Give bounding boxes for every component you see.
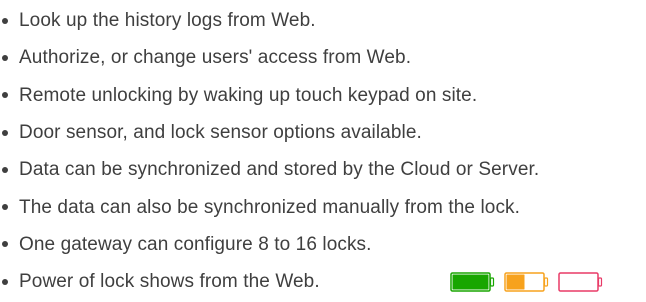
feature-text: Look up the history logs from Web. [19,10,316,32]
bullet-icon [0,92,19,98]
bullet-icon [0,241,19,247]
list-item: Look up the history logs from Web. [0,2,646,39]
feature-text: Door sensor, and lock sensor options ava… [19,122,422,144]
battery-half-icon [504,271,549,292]
list-item: Door sensor, and lock sensor options ava… [0,114,646,151]
battery-indicators [450,271,603,292]
feature-text: One gateway can configure 8 to 16 locks. [19,233,372,255]
feature-text: Data can be synchronized and stored by t… [19,159,540,181]
feature-text: Power of lock shows from the Web. [19,271,320,293]
list-item: Power of lock shows from the Web. [0,263,646,300]
feature-text: Remote unlocking by waking up touch keyp… [19,84,478,106]
bullet-icon [0,55,19,61]
battery-full-icon [450,271,495,292]
battery-empty-icon [558,271,603,292]
bullet-icon [0,167,19,173]
list-item: One gateway can configure 8 to 16 locks. [0,226,646,263]
feature-list: Look up the history logs from Web. Autho… [0,2,646,300]
bullet-icon [0,18,19,24]
list-item: Data can be synchronized and stored by t… [0,151,646,188]
feature-text: Authorize, or change users' access from … [19,47,412,69]
list-item: Authorize, or change users' access from … [0,39,646,76]
list-item: The data can also be synchronized manual… [0,188,646,225]
bullet-icon [0,130,19,136]
feature-panel: Look up the history logs from Web. Autho… [0,0,646,302]
feature-text: The data can also be synchronized manual… [19,196,521,218]
bullet-icon [0,279,19,285]
list-item: Remote unlocking by waking up touch keyp… [0,77,646,114]
bullet-icon [0,204,19,210]
